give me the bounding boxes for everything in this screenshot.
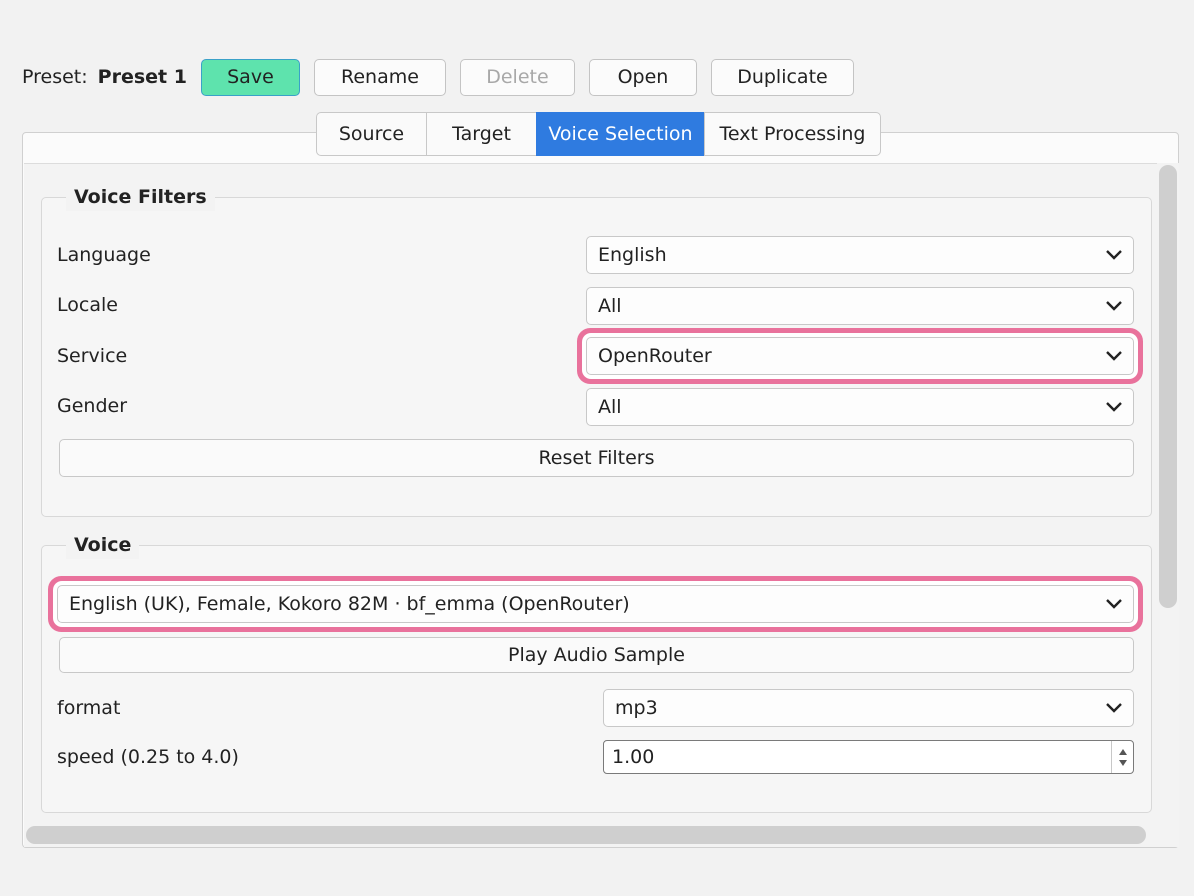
service-select[interactable]: OpenRouter [586, 337, 1134, 375]
play-audio-sample-button[interactable]: Play Audio Sample [59, 637, 1134, 673]
arrow-down-icon[interactable] [1118, 759, 1128, 767]
tab-bar: Source Target Voice Selection Text Proce… [316, 112, 881, 156]
speed-stepper[interactable] [1111, 741, 1133, 773]
vertical-scrollbar[interactable] [1157, 163, 1179, 823]
chevron-down-icon [1106, 703, 1122, 713]
voice-filters-group: Voice Filters Language English Locale Al… [41, 183, 1152, 517]
duplicate-button[interactable]: Duplicate [710, 58, 854, 96]
voice-value: English (UK), Female, Kokoro 82M · bf_em… [69, 593, 630, 615]
voice-select[interactable]: English (UK), Female, Kokoro 82M · bf_em… [57, 585, 1134, 623]
gender-value: All [598, 396, 622, 418]
gender-select[interactable]: All [586, 388, 1134, 426]
scroll-area: Voice Filters Language English Locale Al… [24, 163, 1157, 823]
speed-label: speed (0.25 to 4.0) [57, 746, 239, 768]
language-value: English [598, 244, 667, 266]
tab-panel: Voice Filters Language English Locale Al… [22, 132, 1179, 848]
format-select[interactable]: mp3 [603, 689, 1134, 727]
preset-toolbar: Preset: Preset 1 Save Rename Delete Open… [22, 58, 868, 96]
format-label: format [57, 697, 121, 719]
chevron-down-icon [1106, 402, 1122, 412]
language-label: Language [57, 244, 151, 266]
tab-text-processing[interactable]: Text Processing [704, 112, 881, 156]
locale-value: All [598, 295, 622, 317]
delete-button[interactable]: Delete [459, 58, 575, 96]
preset-name: Preset 1 [97, 66, 187, 88]
voice-filters-title: Voice Filters [66, 183, 215, 211]
preset-label: Preset: [22, 66, 88, 88]
chevron-down-icon [1106, 599, 1122, 609]
service-label: Service [57, 345, 128, 367]
speed-spinbox[interactable]: 1.00 [603, 740, 1134, 774]
chevron-down-icon [1106, 301, 1122, 311]
open-button[interactable]: Open [588, 58, 697, 96]
language-select[interactable]: English [586, 236, 1134, 274]
gender-label: Gender [57, 395, 128, 417]
service-value: OpenRouter [598, 345, 712, 367]
tab-target[interactable]: Target [426, 112, 536, 156]
voice-title: Voice [66, 531, 140, 559]
locale-select[interactable]: All [586, 287, 1134, 325]
locale-label: Locale [57, 294, 118, 316]
save-button[interactable]: Save [200, 58, 300, 96]
tab-source[interactable]: Source [316, 112, 426, 156]
horizontal-scrollbar[interactable] [24, 823, 1179, 847]
chevron-down-icon [1106, 250, 1122, 260]
voice-group: Voice English (UK), Female, Kokoro 82M ·… [41, 531, 1152, 813]
chevron-down-icon [1106, 351, 1122, 361]
arrow-up-icon[interactable] [1118, 748, 1128, 756]
vertical-scrollbar-thumb[interactable] [1159, 165, 1177, 608]
format-value: mp3 [615, 697, 658, 719]
app-window: Preset: Preset 1 Save Rename Delete Open… [0, 0, 1194, 896]
tab-voice-selection[interactable]: Voice Selection [536, 112, 704, 156]
rename-button[interactable]: Rename [313, 58, 446, 96]
reset-filters-button[interactable]: Reset Filters [59, 439, 1134, 477]
horizontal-scrollbar-thumb[interactable] [26, 826, 1146, 844]
speed-value: 1.00 [612, 746, 655, 768]
